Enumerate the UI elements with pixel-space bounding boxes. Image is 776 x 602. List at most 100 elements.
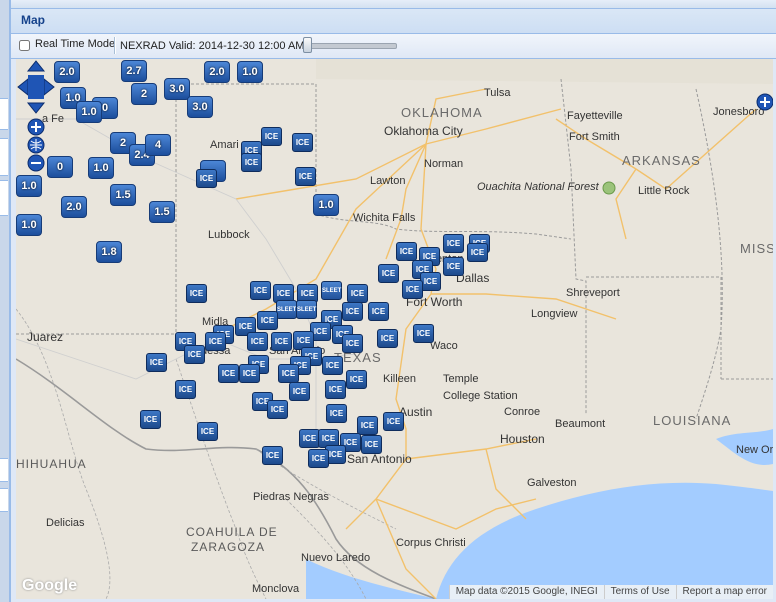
ice-report-marker[interactable]: ICE — [196, 169, 217, 188]
ice-report-marker[interactable]: ICE — [261, 127, 282, 146]
city-label: Lubbock — [208, 229, 250, 241]
snow-total-marker[interactable]: 4 — [145, 134, 171, 156]
ice-report-marker[interactable]: ICE — [342, 302, 363, 321]
state-label-louisiana: LOUISIANA — [653, 413, 732, 428]
ice-report-marker[interactable]: ICE — [271, 332, 292, 351]
sleet-report-marker[interactable]: SLEET — [296, 300, 317, 319]
left-panel-cell — [0, 488, 8, 512]
snow-total-marker[interactable]: 1.0 — [313, 194, 339, 216]
time-slider-thumb[interactable] — [303, 37, 312, 53]
left-panel-cell — [0, 138, 8, 176]
ice-report-marker[interactable]: ICE — [146, 353, 167, 372]
snow-total-marker[interactable]: 3.0 — [187, 96, 213, 118]
city-label: Delicias — [46, 517, 85, 529]
ice-report-marker[interactable]: ICE — [295, 167, 316, 186]
snow-total-marker[interactable]: 1.5 — [149, 201, 175, 223]
ice-report-marker[interactable]: ICE — [443, 257, 464, 276]
ice-report-marker[interactable]: ICE — [420, 272, 441, 291]
snow-total-marker[interactable]: 3.0 — [164, 78, 190, 100]
google-logo: Google — [22, 577, 78, 594]
ice-report-marker[interactable]: ICE — [402, 280, 423, 299]
ice-report-marker[interactable]: ICE — [267, 400, 288, 419]
city-label: Houston — [500, 432, 545, 446]
ice-report-marker[interactable]: ICE — [347, 284, 368, 303]
ice-report-marker[interactable]: ICE — [197, 422, 218, 441]
ice-report-marker[interactable]: ICE — [239, 364, 260, 383]
ice-report-marker[interactable]: ICE — [292, 133, 313, 152]
region-label-zaragoza: ZARAGOZA — [191, 540, 266, 554]
ice-report-marker[interactable]: ICE — [257, 311, 278, 330]
ice-report-marker[interactable]: ICE — [175, 380, 196, 399]
ice-report-marker[interactable]: ICE — [184, 345, 205, 364]
ice-report-marker[interactable]: ICE — [289, 382, 310, 401]
snow-total-marker[interactable]: 2.7 — [121, 60, 147, 82]
terms-of-use-link[interactable]: Terms of Use — [603, 585, 676, 599]
snow-total-marker[interactable]: 2 — [131, 83, 157, 105]
region-label-chihuahua: HIHUAHUA — [16, 457, 87, 471]
ice-report-marker[interactable]: ICE — [262, 446, 283, 465]
ice-report-marker[interactable]: ICE — [308, 449, 329, 468]
ice-report-marker[interactable]: ICE — [140, 410, 161, 429]
city-label: Piedras Negras — [253, 491, 329, 503]
sleet-report-marker[interactable]: SLEET — [276, 300, 297, 319]
city-label: Beaumont — [555, 418, 606, 430]
snow-total-marker[interactable]: 2.0 — [54, 61, 80, 83]
ice-report-marker[interactable]: ICE — [396, 242, 417, 261]
sleet-report-marker[interactable]: SLEET — [321, 281, 342, 300]
snow-total-marker[interactable]: 1.8 — [96, 241, 122, 263]
ice-report-marker[interactable]: ICE — [413, 324, 434, 343]
ice-report-marker[interactable]: ICE — [443, 234, 464, 253]
toolbar-separator — [114, 37, 116, 54]
city-label: Fort Smith — [569, 131, 620, 143]
ice-report-marker[interactable]: ICE — [368, 302, 389, 321]
snow-total-marker[interactable]: 2.0 — [204, 61, 230, 83]
snow-total-marker[interactable]: 1.0 — [237, 61, 263, 83]
ice-report-marker[interactable]: ICE — [342, 334, 363, 353]
city-label: Nuevo Laredo — [301, 552, 371, 564]
city-label: Wichita Falls — [353, 212, 416, 224]
ice-report-marker[interactable]: ICE — [467, 243, 488, 262]
region-label-coahuila: COAHUILA DE — [186, 525, 278, 539]
snow-total-marker[interactable]: 1.5 — [110, 184, 136, 206]
state-label-arkansas: ARKANSAS — [622, 153, 701, 168]
ice-report-marker[interactable]: ICE — [241, 153, 262, 172]
park-label-ouachita: Ouachita National Forest — [477, 181, 599, 193]
ice-report-marker[interactable]: ICE — [378, 264, 399, 283]
map-panel: Map Real Time Mode NEXRAD Valid: 2014-12… — [10, 0, 776, 602]
top-tab-strip — [11, 0, 776, 9]
ice-report-marker[interactable]: ICE — [361, 435, 382, 454]
ice-report-marker[interactable]: ICE — [250, 281, 271, 300]
ice-report-marker[interactable]: ICE — [326, 404, 347, 423]
ice-report-marker[interactable]: ICE — [383, 412, 404, 431]
snow-total-marker[interactable]: 2.0 — [61, 196, 87, 218]
city-label: Little Rock — [638, 185, 690, 197]
snow-total-marker[interactable]: 1.0 — [88, 157, 114, 179]
map-canvas[interactable]: OKLAHOMA ARKANSAS TEXAS LOUISIANA MISS H… — [16, 58, 773, 599]
map-toolbar: Real Time Mode NEXRAD Valid: 2014-12-30 … — [11, 34, 776, 59]
ice-report-marker[interactable]: ICE — [247, 332, 268, 351]
ice-report-marker[interactable]: ICE — [186, 284, 207, 303]
panel-header: Map — [11, 9, 776, 34]
map-pan-zoom-control[interactable] — [16, 59, 56, 183]
nexrad-valid-label: NEXRAD Valid: 2014-12-30 12:00 AM — [120, 40, 305, 52]
ice-report-marker[interactable]: ICE — [325, 380, 346, 399]
realtime-checkbox[interactable] — [19, 40, 30, 51]
report-error-link[interactable]: Report a map error — [675, 585, 773, 599]
ice-report-marker[interactable]: ICE — [322, 356, 343, 375]
city-label: Killeen — [383, 373, 417, 385]
ice-report-marker[interactable]: ICE — [346, 370, 367, 389]
city-label: Oklahoma City — [384, 124, 463, 138]
snow-total-marker[interactable]: 1.0 — [76, 101, 102, 123]
ice-report-marker[interactable]: ICE — [218, 364, 239, 383]
expand-overview-icon[interactable] — [756, 93, 773, 111]
ice-report-marker[interactable]: ICE — [205, 332, 226, 351]
ice-report-marker[interactable]: ICE — [357, 416, 378, 435]
left-collapsed-panel — [0, 0, 10, 602]
panel-title: Map — [21, 13, 45, 27]
city-label: College Station — [443, 390, 518, 402]
ice-report-marker[interactable]: ICE — [299, 429, 320, 448]
time-slider-track[interactable] — [307, 43, 397, 49]
ice-report-marker[interactable]: ICE — [278, 364, 299, 383]
snow-total-marker[interactable]: 1.0 — [16, 214, 42, 236]
ice-report-marker[interactable]: ICE — [377, 329, 398, 348]
